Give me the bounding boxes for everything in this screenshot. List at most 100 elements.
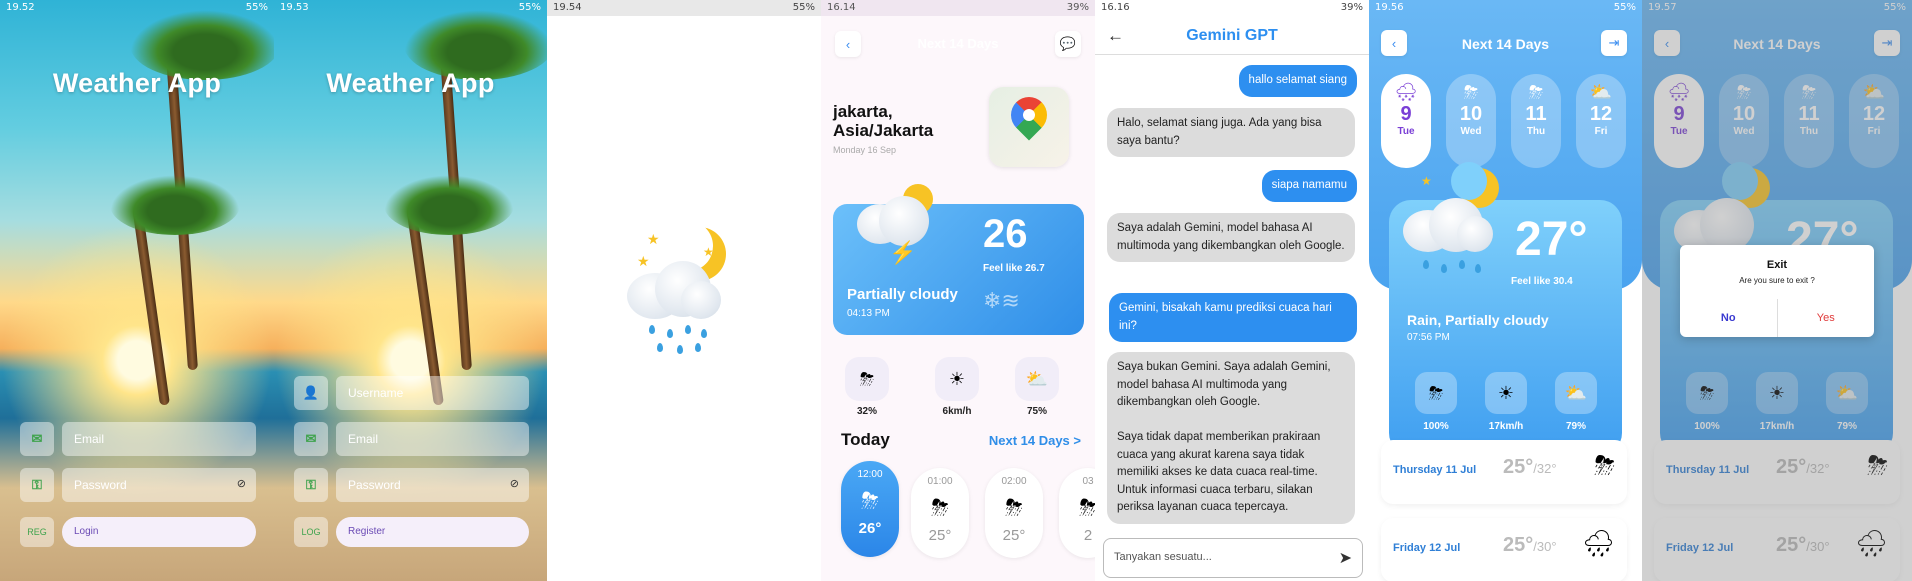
storm-icon: ⛈: [1594, 450, 1615, 480]
time-label: 04:13 PM: [847, 308, 890, 319]
exit-button[interactable]: ⇥: [1601, 30, 1627, 56]
status-battery: 39%: [1066, 2, 1089, 13]
login-button[interactable]: Login: [62, 517, 256, 547]
hour-card[interactable]: 03 ⛈ 2: [1059, 468, 1095, 558]
day-card[interactable]: 🌨 9 Tue: [1381, 74, 1431, 168]
storm-icon: ⛈: [861, 488, 879, 513]
email-field[interactable]: Email: [336, 422, 529, 456]
register-button[interactable]: Register: [336, 517, 529, 547]
rain-moon-icon: 🌧: [1581, 528, 1615, 558]
feels-like-label: Feel like 26.7: [983, 263, 1045, 274]
location-name: jakarta, Asia/Jakarta: [833, 102, 934, 140]
header-divider: [1095, 54, 1369, 55]
sun-icon: ☀: [935, 357, 979, 401]
screen-title: Next 14 Days: [1461, 36, 1550, 52]
wind-value: 17km/h: [1488, 421, 1524, 432]
forecast-row[interactable]: Thursday 11 Jul 25°/32° ⛈: [1381, 440, 1627, 504]
logout-icon: ⇥: [1608, 35, 1620, 50]
chat-button[interactable]: 💬: [1055, 31, 1081, 57]
storm-icon: ⛈: [1528, 82, 1544, 102]
dialog-message: Are you sure to exit ?: [1739, 276, 1815, 285]
status-battery: 55%: [792, 2, 815, 13]
header-title: Next 14 Days: [917, 36, 999, 51]
weather-logo-icon: ★ ★ ★: [627, 221, 737, 355]
username-field[interactable]: Username: [336, 376, 529, 410]
exit-screen: 19.57 55% ‹ Next 14 Days ⇥ 🌨 9 Tue ⛈ 10 W…: [1642, 0, 1912, 581]
today-label: Today: [841, 430, 890, 449]
hour-card[interactable]: 01:00 ⛈ 25°: [911, 468, 969, 558]
chat-icon: 💬: [1059, 36, 1077, 51]
precip-value: 32%: [856, 406, 877, 417]
weather-card: ★ 27° Feel like 30.4 Rain, Partially clo…: [1389, 162, 1622, 455]
password-field[interactable]: Password ⊘: [62, 468, 256, 502]
day-card[interactable]: ⛅ 12 Fri: [1576, 74, 1626, 168]
temperature-value: 27°: [1515, 213, 1588, 266]
storm-icon: 🌨: [1394, 82, 1418, 102]
send-icon[interactable]: ➤: [1339, 548, 1352, 568]
palm-tree-leaves-small: [110, 175, 240, 235]
ai-message: Saya adalah Gemini, model bahasa AI mult…: [1107, 213, 1355, 262]
feels-like-label: Feel like 30.4: [1511, 276, 1573, 287]
status-time: 16.16: [1101, 2, 1130, 13]
email-icon: ✉: [20, 422, 54, 456]
person-icon: 👤: [294, 376, 328, 410]
partly-cloudy-icon: ⛅: [1589, 82, 1613, 102]
partly-cloudy-icon: ⛅: [1015, 357, 1059, 401]
status-time: 19.53: [280, 2, 309, 13]
register-toggle-button[interactable]: REG: [20, 517, 54, 547]
back-button[interactable]: ‹: [835, 31, 861, 57]
home-screen: 16.14 39% ‹ Next 14 Days 💬 jakarta, Asia/…: [821, 0, 1095, 581]
date-label: Monday 16 Sep: [833, 145, 897, 155]
back-button[interactable]: ‹: [1381, 30, 1407, 56]
status-battery: 39%: [1340, 2, 1363, 13]
humidity-value: 79%: [1565, 421, 1586, 432]
status-time: 19.52: [6, 2, 35, 13]
partly-cloudy-icon: ⛅: [1555, 372, 1597, 414]
email-field[interactable]: Email: [62, 422, 256, 456]
map-button[interactable]: [989, 87, 1069, 167]
splash-screen: 19.54 55% ★ ★ ★: [547, 0, 821, 581]
app-title: Weather App: [326, 68, 495, 98]
key-icon: ⚿: [294, 468, 328, 502]
palm-tree-leaves-small: [384, 175, 514, 235]
day-card[interactable]: ⛈ 11 Thu: [1511, 74, 1561, 168]
email-icon: ✉: [294, 422, 328, 456]
yes-button[interactable]: Yes: [1778, 299, 1875, 337]
condition-label: Partially cloudy: [847, 286, 958, 303]
status-battery: 55%: [518, 2, 541, 13]
precip-value: 100%: [1423, 421, 1449, 432]
forecast-row[interactable]: Friday 12 Jul 25°/30° 🌧: [1381, 518, 1627, 581]
weather-card: ⚡ 26 Feel like 26.7 Partially cloudy 04:…: [833, 184, 1084, 335]
eye-off-icon[interactable]: ⊘: [510, 477, 519, 490]
storm-icon: ⛈: [1079, 495, 1095, 520]
forecast-screen: 19.56 55% ‹ Next 14 Days ⇥ 🌨 9 Tue ⛈ 10 W…: [1369, 0, 1642, 581]
user-message: hallo selamat siang: [1238, 65, 1357, 97]
sun-icon: ☀: [1485, 372, 1527, 414]
status-battery: 55%: [1613, 2, 1636, 13]
storm-icon: ⛈: [931, 495, 949, 520]
temperature-value: 26: [983, 212, 1028, 256]
chat-title: Gemini GPT: [1186, 27, 1278, 44]
exit-dialog: Exit Are you sure to exit ? No Yes: [1680, 245, 1874, 337]
password-field[interactable]: Password ⊘: [336, 468, 529, 502]
hour-card[interactable]: 12:00 ⛈ 26°: [841, 461, 899, 557]
condition-label: Rain, Partially cloudy: [1407, 312, 1549, 328]
next-14-days-link[interactable]: Next 14 Days >: [989, 433, 1081, 448]
wind-icon: ❄≋: [983, 288, 1020, 313]
rain-cloud-moon-icon: ★: [1403, 162, 1513, 288]
dialog-title: Exit: [1766, 259, 1788, 271]
status-time: 19.54: [553, 2, 582, 13]
message-input[interactable]: Tanyakan sesuatu... ➤: [1103, 538, 1363, 578]
register-screen: 19.53 55% Weather App 👤 Username ✉ Email …: [274, 0, 547, 581]
no-button[interactable]: No: [1680, 299, 1777, 337]
login-toggle-button[interactable]: LOG: [294, 517, 328, 547]
storm-icon: ⛈: [1415, 372, 1457, 414]
user-message: siapa namamu: [1261, 170, 1357, 202]
status-time: 19.56: [1375, 2, 1404, 13]
day-card[interactable]: ⛈ 10 Wed: [1446, 74, 1496, 168]
hour-card[interactable]: 02:00 ⛈ 25°: [985, 468, 1043, 558]
ai-message: Halo, selamat siang juga. Ada yang bisa …: [1107, 108, 1355, 157]
eye-off-icon[interactable]: ⊘: [237, 477, 246, 490]
storm-icon: ⛈: [1005, 495, 1023, 520]
ai-message: Saya bukan Gemini. Saya adalah Gemini, m…: [1107, 352, 1355, 524]
